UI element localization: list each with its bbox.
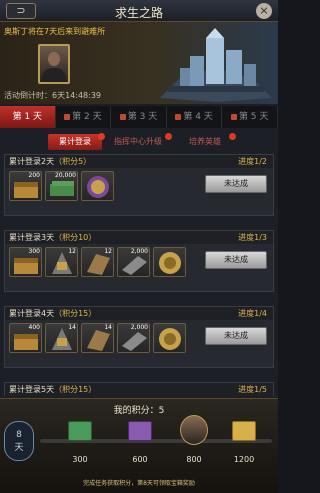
sub-tabs: 累计登录 指挥中心升级 培养英雄	[0, 132, 278, 152]
notification-dot-icon	[165, 133, 172, 140]
lock-icon	[230, 113, 237, 120]
reward-item[interactable]: 2,000	[117, 323, 150, 353]
task-card: 累计登录5天（积分15） 进度1/5	[4, 382, 274, 396]
medal-icon	[159, 328, 181, 350]
subtab-hq-upgrade[interactable]: 指挥中心升级	[108, 133, 172, 150]
reward-item[interactable]	[153, 323, 186, 353]
milestone-label: 800	[186, 455, 202, 464]
task-card: 累计登录3天（积分10） 进度1/3 300 12 12 2,000 未达成	[4, 230, 274, 292]
tab-day-2[interactable]: 第 2 天	[56, 106, 112, 128]
tab-day-3[interactable]: 第 3 天	[111, 106, 167, 128]
task-list[interactable]: 累计登录2天（积分5） 进度1/2 200 20,000 未达成 累计登录3天（积…	[0, 154, 278, 396]
milestone-label: 1200	[233, 455, 255, 464]
close-button[interactable]: ×	[256, 3, 272, 19]
green-chest-icon[interactable]	[68, 421, 92, 441]
task-title: 累计登录4天	[9, 309, 55, 318]
reward-item[interactable]: 2,000	[117, 247, 150, 277]
milestone-label: 300	[72, 455, 88, 464]
task-points: （积分15）	[54, 385, 97, 394]
reward-item[interactable]: 300	[9, 247, 42, 277]
lock-icon	[64, 113, 71, 120]
task-card: 累计登录4天（积分15） 进度1/4 400 14 14 2,000 未达成	[4, 306, 274, 368]
tab-day-5[interactable]: 第 5 天	[222, 106, 278, 128]
reward-item[interactable]: 12	[81, 247, 114, 277]
hero-portrait	[38, 44, 70, 84]
task-title: 累计登录2天	[9, 157, 55, 166]
day-counter: 8天	[4, 421, 34, 461]
medal-icon	[159, 252, 181, 274]
banner-message: 奥斯丁将在7天后来到避难所	[4, 27, 106, 36]
reward-item[interactable]: 400	[9, 323, 42, 353]
my-points: 我的积分：5	[113, 406, 165, 416]
gold-chest-icon[interactable]	[232, 421, 256, 441]
page-title: 求生之路	[114, 6, 163, 20]
task-progress: 进度1/4	[238, 309, 267, 318]
reward-item[interactable]: 12	[45, 247, 78, 277]
points-panel: 我的积分：5 8天 300 600 800 1200 完成任务获取积分，第8天可…	[0, 398, 278, 493]
task-progress: 进度1/2	[238, 157, 267, 166]
day-tabs: 第 1 天 第 2 天 第 3 天 第 4 天 第 5 天	[0, 106, 278, 128]
lock-icon	[175, 113, 182, 120]
tab-day-1[interactable]: 第 1 天	[0, 106, 56, 128]
task-title: 累计登录5天	[9, 385, 55, 394]
claim-button[interactable]: 未达成	[205, 175, 267, 193]
claim-button[interactable]: 未达成	[205, 251, 267, 269]
reward-item[interactable]: 14	[45, 323, 78, 353]
task-points: （积分15）	[54, 309, 97, 318]
task-points: （积分5）	[54, 157, 92, 166]
countdown-label: 活动倒计时：	[4, 91, 52, 100]
task-progress: 进度1/3	[238, 233, 267, 242]
task-points: （积分10）	[54, 233, 97, 242]
reward-item[interactable]: 14	[81, 323, 114, 353]
subtab-train-hero[interactable]: 培养英雄	[180, 133, 236, 150]
milestone-label: 600	[132, 455, 148, 464]
reward-item[interactable]: 200	[9, 171, 42, 201]
hero-reward-avatar[interactable]	[180, 415, 208, 445]
purple-chest-icon[interactable]	[128, 421, 152, 441]
reward-item[interactable]	[153, 247, 186, 277]
task-progress: 进度1/5	[238, 385, 267, 394]
subtab-login[interactable]: 累计登录	[48, 133, 105, 150]
shelter-city-illustration	[160, 28, 272, 102]
claim-button[interactable]: 未达成	[205, 327, 267, 345]
medal-icon	[87, 176, 109, 198]
footer-hint: 完成任务获取积分，第8天可领取宝箱奖励	[83, 480, 195, 487]
task-card: 累计登录2天（积分5） 进度1/2 200 20,000 未达成	[4, 154, 274, 216]
event-banner: 奥斯丁将在7天后来到避难所 活动倒计时：6天14:48:39	[0, 22, 278, 104]
top-bar: ⊃ 求生之路 ×	[0, 0, 278, 22]
tab-day-4[interactable]: 第 4 天	[167, 106, 223, 128]
lock-icon	[119, 113, 126, 120]
survival-road-screen: ⊃ 求生之路 × 奥斯丁将在7天后来到避难所 活动倒计时：6天14:48:39 …	[0, 0, 278, 493]
reward-item[interactable]	[81, 171, 114, 201]
countdown-value: 6天14:48:39	[52, 91, 102, 100]
notification-dot-icon	[229, 133, 236, 140]
task-title: 累计登录3天	[9, 233, 55, 242]
countdown: 活动倒计时：6天14:48:39	[4, 90, 101, 101]
notification-dot-icon	[98, 133, 105, 140]
reward-item[interactable]: 20,000	[45, 171, 78, 201]
